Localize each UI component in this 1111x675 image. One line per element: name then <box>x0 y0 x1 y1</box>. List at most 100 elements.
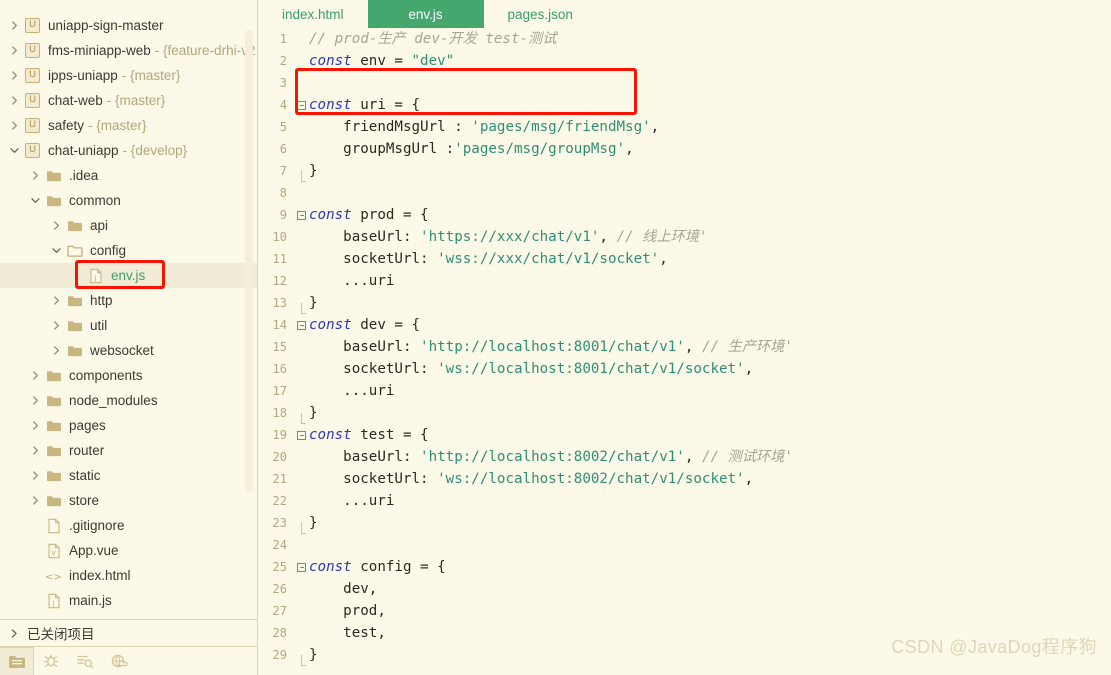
code-line[interactable]: 9 const prod = { <box>258 204 1111 226</box>
editor-tab-index-html[interactable]: index.html <box>258 0 368 28</box>
code-line[interactable]: 18} <box>258 402 1111 424</box>
tree-item-http[interactable]: http <box>0 288 257 313</box>
chevron-down-icon[interactable] <box>29 194 42 207</box>
chevron-down-icon[interactable] <box>8 144 21 157</box>
chevron-right-icon[interactable] <box>8 119 21 132</box>
line-number: 4 <box>279 98 287 112</box>
chevron-right-icon[interactable] <box>50 219 63 232</box>
code-fold-collapse-icon[interactable] <box>294 320 309 330</box>
code-fold-collapse-icon[interactable] <box>294 210 309 220</box>
tree-item-safety[interactable]: Usafety - {master} <box>0 113 257 138</box>
code-line[interactable]: 4 const uri = { <box>258 94 1111 116</box>
code-line[interactable]: 22 ...uri <box>258 490 1111 512</box>
code-line[interactable]: 7} <box>258 160 1111 182</box>
tree-item-store[interactable]: store <box>0 488 257 513</box>
line-number: 13 <box>272 296 287 310</box>
sidebar-scrollbar[interactable] <box>245 30 253 492</box>
line-number: 16 <box>272 362 287 376</box>
tree-item-ipps-uniapp[interactable]: Uipps-uniapp - {master} <box>0 63 257 88</box>
code-line[interactable]: 1 // prod-生产 dev-开发 test-测试 <box>258 28 1111 50</box>
tree-item-index-html[interactable]: <> index.html <box>0 563 257 588</box>
code-token-plain: } <box>309 405 318 421</box>
tree-item--idea[interactable]: .idea <box>0 163 257 188</box>
code-line[interactable]: 5 friendMsgUrl : 'pages/msg/friendMsg', <box>258 116 1111 138</box>
debug-bug-icon[interactable] <box>34 647 68 675</box>
code-line[interactable]: 21 socketUrl: 'ws://localhost:8002/chat/… <box>258 468 1111 490</box>
tree-item-static[interactable]: static <box>0 463 257 488</box>
code-token-str: 'https://xxx/chat/v1' <box>420 229 600 245</box>
code-line[interactable]: 13} <box>258 292 1111 314</box>
tree-item-uniapp-sign-master[interactable]: Uuniapp-sign-master <box>0 13 257 38</box>
chevron-right-icon[interactable] <box>29 494 42 507</box>
code-fold-collapse-icon[interactable] <box>294 562 309 572</box>
code-line[interactable]: 2 const env = "dev" <box>258 50 1111 72</box>
line-number: 29 <box>272 648 287 662</box>
editor-tab-env-js[interactable]: env.js <box>367 0 484 28</box>
chevron-right-icon[interactable] <box>50 319 63 332</box>
code-line[interactable]: 14 const dev = { <box>258 314 1111 336</box>
code-line[interactable]: 26 dev, <box>258 578 1111 600</box>
code-line[interactable]: 6 groupMsgUrl :'pages/msg/groupMsg', <box>258 138 1111 160</box>
tree-item-config[interactable]: config <box>0 238 257 263</box>
tree-item-chat-uniapp[interactable]: Uchat-uniapp - {develop} <box>0 138 257 163</box>
code-line[interactable]: 11 socketUrl: 'wss://xxx/chat/v1/socket'… <box>258 248 1111 270</box>
tree-item-components[interactable]: components <box>0 363 257 388</box>
chevron-down-icon[interactable] <box>50 244 63 257</box>
chevron-right-icon[interactable] <box>29 169 42 182</box>
tree-item-main-js[interactable]: Jmain.js <box>0 588 257 613</box>
chevron-right-icon[interactable] <box>29 369 42 382</box>
tree-item-websocket[interactable]: websocket <box>0 338 257 363</box>
code-token-str: 'pages/msg/friendMsg' <box>471 119 651 135</box>
tree-item-label: ipps-uniapp <box>48 68 118 83</box>
code-line[interactable]: 23} <box>258 512 1111 534</box>
code-line[interactable]: 12 ...uri <box>258 270 1111 292</box>
tree-item-pages[interactable]: pages <box>0 413 257 438</box>
tree-item-app-vue[interactable]: V App.vue <box>0 538 257 563</box>
tree-item-chat-web[interactable]: Uchat-web - {master} <box>0 88 257 113</box>
tree-item-common[interactable]: common <box>0 188 257 213</box>
code-line[interactable]: 25 const config = { <box>258 556 1111 578</box>
tree-item--gitignore[interactable]: .gitignore <box>0 513 257 538</box>
code-line[interactable]: 16 socketUrl: 'ws://localhost:8001/chat/… <box>258 358 1111 380</box>
chevron-right-icon[interactable] <box>50 294 63 307</box>
tree-item-env-js[interactable]: Jenv.js <box>0 263 257 288</box>
tree-item-router[interactable]: router <box>0 438 257 463</box>
folder-icon <box>45 167 62 184</box>
chevron-right-icon[interactable] <box>29 469 42 482</box>
tree-item-util[interactable]: util <box>0 313 257 338</box>
chevron-right-icon[interactable] <box>29 394 42 407</box>
code-fold-collapse-icon[interactable] <box>294 430 309 440</box>
code-line[interactable]: 27 prod, <box>258 600 1111 622</box>
tree-item-fms-miniapp-web[interactable]: Ufms-miniapp-web - {feature-drhi-v2 <box>0 38 257 63</box>
code-fold-collapse-icon[interactable] <box>294 100 309 110</box>
chevron-right-icon[interactable] <box>8 94 21 107</box>
code-token-plain: baseUrl: <box>309 229 421 245</box>
code-line[interactable]: 8 <box>258 182 1111 204</box>
tree-item-branch: - {master} <box>121 68 181 83</box>
chevron-right-icon[interactable] <box>29 419 42 432</box>
chevron-right-icon[interactable] <box>8 44 21 57</box>
code-line[interactable]: 17 ...uri <box>258 380 1111 402</box>
tree-item-branch: - {develop} <box>122 143 188 158</box>
chevron-right-icon[interactable] <box>8 19 21 32</box>
chevron-right-icon[interactable] <box>29 444 42 457</box>
code-line[interactable]: 19 const test = { <box>258 424 1111 446</box>
structure-search-icon[interactable] <box>68 647 102 675</box>
tree-item-node-modules[interactable]: node_modules <box>0 388 257 413</box>
editor-tab-pages-json[interactable]: pages.json <box>484 0 597 28</box>
web-globe-icon[interactable] <box>102 647 136 675</box>
code-token-kw: const <box>309 317 352 333</box>
code-token-plain: } <box>309 295 318 311</box>
closed-projects-section[interactable]: 已关闭项目 <box>0 619 257 647</box>
code-line[interactable]: 24 <box>258 534 1111 556</box>
code-line[interactable]: 3 <box>258 72 1111 94</box>
code-editor[interactable]: 1 // prod-生产 dev-开发 test-测试 2 const env = "… <box>258 28 1111 675</box>
code-line[interactable]: 10 baseUrl: 'https://xxx/chat/v1', // 线上… <box>258 226 1111 248</box>
chevron-right-icon[interactable] <box>8 69 21 82</box>
project-tool-icon[interactable] <box>0 647 34 675</box>
code-line[interactable]: 15 baseUrl: 'http://localhost:8001/chat/… <box>258 336 1111 358</box>
code-line[interactable]: 20 baseUrl: 'http://localhost:8002/chat/… <box>258 446 1111 468</box>
project-tree[interactable]: Uuniapp-sign-master Ufms-miniapp-web - {fe… <box>0 0 257 619</box>
chevron-right-icon[interactable] <box>50 344 63 357</box>
tree-item-api[interactable]: api <box>0 213 257 238</box>
